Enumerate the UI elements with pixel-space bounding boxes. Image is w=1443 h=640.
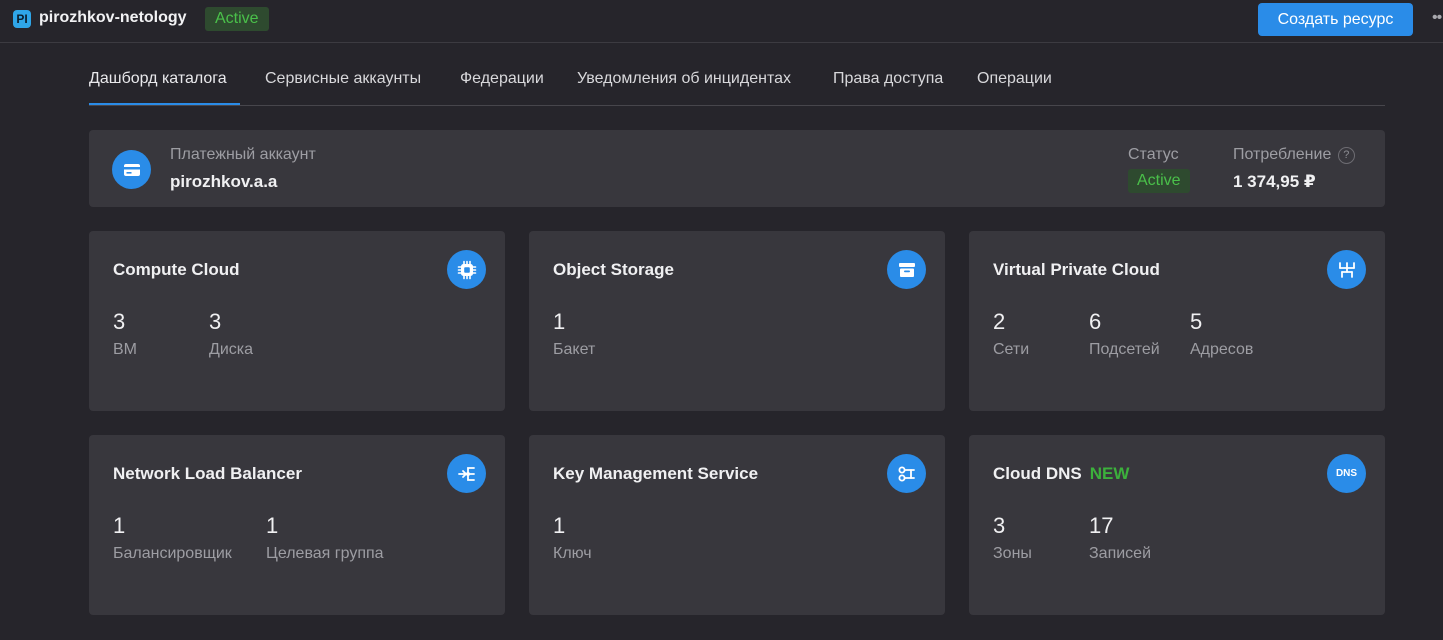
cloud-status-badge: Active [205,7,269,31]
metric-subnets: 6 Подсетей [1089,309,1160,359]
metric-label: Балансировщик [113,545,232,562]
balancer-icon [447,454,486,493]
chip-icon [447,250,486,289]
billing-account-panel[interactable]: Платежный аккаунт pirozhkov.a.a Статус A… [89,130,1385,207]
tab-bar: Дашборд каталога Сервисные аккаунты Феде… [89,60,1385,106]
key-icon [887,454,926,493]
metric-value: 1 [113,513,126,538]
metric-networks: 2 Сети [993,309,1029,359]
tab-incident-notifications[interactable]: Уведомления об инцидентах [577,70,791,88]
storage-icon [887,250,926,289]
card-title: Object Storage [553,260,674,279]
card-title-text: Cloud DNS [993,464,1082,483]
metric-buckets: 1 Бакет [553,309,595,359]
more-menu-icon[interactable]: •• [1432,9,1442,27]
metric-label: Записей [1089,545,1151,562]
metric-records: 17 Записей [1089,513,1151,563]
metric-value: 17 [1089,513,1114,538]
network-icon [1327,250,1366,289]
card-key-management-service[interactable]: Key Management Service 1 Ключ [529,435,945,615]
card-object-storage[interactable]: Object Storage 1 Бакет [529,231,945,411]
card-network-load-balancer[interactable]: Network Load Balancer 1 Балансировщик 1 … [89,435,505,615]
metric-value: 5 [1190,309,1203,334]
card-title: Network Load Balancer [113,464,302,483]
metric-value: 3 [209,309,222,334]
metric-keys: 1 Ключ [553,513,592,563]
card-title: Key Management Service [553,464,759,483]
dns-icon: DNS [1327,454,1366,493]
metric-label: Сети [993,341,1030,358]
help-icon[interactable]: ? [1337,147,1355,164]
billing-account-name[interactable]: pirozhkov.a.a [170,172,277,192]
metric-value: 1 [553,513,566,538]
billing-status-label: Статус [1128,146,1179,163]
card-virtual-private-cloud[interactable]: Virtual Private Cloud 2 Сети 6 Подсетей … [969,231,1385,411]
new-badge: NEW [1089,464,1130,483]
active-tab-indicator [89,103,240,105]
billing-account-label: Платежный аккаунт [170,146,316,163]
metric-value: 6 [1089,309,1102,334]
metric-addresses: 5 Адресов [1190,309,1253,359]
card-compute-cloud[interactable]: Compute Cloud 3 ВМ 3 Диска [89,231,505,411]
metric-value: 1 [553,309,566,334]
dns-icon-text: DNS [1335,468,1358,479]
tab-federations[interactable]: Федерации [460,70,544,88]
billing-status-badge: Active [1128,169,1190,193]
create-resource-button[interactable]: Создать ресурс [1258,3,1413,36]
tab-service-accounts[interactable]: Сервисные аккаунты [265,70,421,88]
tab-access-rights[interactable]: Права доступа [833,70,943,88]
consumption-label: Потребление ? [1233,146,1355,164]
metric-balancers: 1 Балансировщик [113,513,232,563]
metric-zones: 3 Зоны [993,513,1032,563]
cloud-logo-icon: PI [13,10,31,28]
metric-label: Подсетей [1089,341,1160,358]
metric-label: Зоны [993,545,1032,562]
card-title: Virtual Private Cloud [993,260,1160,279]
metric-label: Диска [209,341,254,358]
metric-value: 1 [266,513,279,538]
card-cloud-dns[interactable]: Cloud DNS NEW DNS 3 Зоны 17 Записей [969,435,1385,615]
credit-card-icon [112,150,151,189]
tab-operations[interactable]: Операции [977,70,1052,88]
top-bar: PI pirozhkov-netology Active Создать рес… [0,0,1443,43]
metric-value: 3 [113,309,126,334]
metric-label: Бакет [553,341,596,358]
metric-disks: 3 Диска [209,309,253,359]
metric-label: Адресов [1190,341,1254,358]
metric-target-groups: 1 Целевая группа [266,513,384,563]
metric-label: ВМ [113,341,137,358]
metric-label: Ключ [553,545,592,562]
metric-value: 2 [993,309,1006,334]
card-title: Compute Cloud [113,260,240,279]
cloud-name[interactable]: pirozhkov-netology [39,9,187,27]
metric-value: 3 [993,513,1006,538]
metric-vm: 3 ВМ [113,309,137,359]
consumption-label-text: Потребление [1233,146,1332,163]
card-title: Cloud DNS NEW [993,464,1129,484]
consumption-value: 1 374,95 ₽ [1233,172,1316,191]
metric-label: Целевая группа [266,545,384,562]
tab-dashboard[interactable]: Дашборд каталога [89,70,227,88]
